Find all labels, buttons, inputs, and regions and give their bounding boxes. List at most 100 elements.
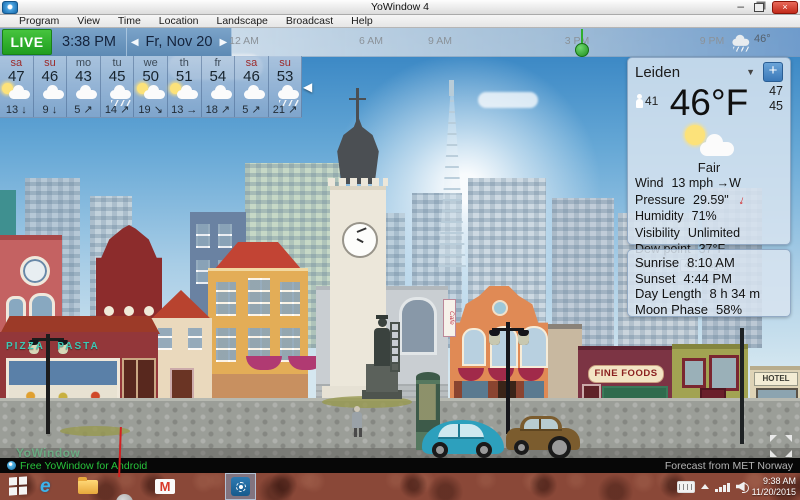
forecast-day[interactable]: tu 45 14 ↗ — [101, 56, 135, 118]
yowindow-app-icon[interactable] — [231, 477, 250, 496]
day-wind: 13 ↓ — [0, 104, 33, 116]
yowindow-window: YoWindow 4 – × Program View Time Locatio… — [0, 0, 800, 500]
menu-time[interactable]: Time — [109, 15, 150, 27]
radio-tower-antenna — [449, 80, 454, 96]
toolbar-left: LIVE 3:38 PM ◀ Fr, Nov 20 ▶ — [0, 28, 232, 56]
toolbar: LIVE 3:38 PM ◀ Fr, Nov 20 ▶ 12 AM 6 AM 9… — [0, 28, 800, 56]
weather-vane — [349, 98, 366, 100]
lamppost — [506, 322, 510, 434]
gable-window — [492, 300, 508, 316]
high-low-temps: 4745 — [769, 84, 783, 114]
tray-expand-icon[interactable] — [701, 484, 709, 489]
prev-day-icon[interactable]: ◀ — [131, 37, 139, 48]
location-dropdown-icon[interactable]: ▼ — [746, 67, 755, 77]
day-wind: 5 ↗ — [235, 104, 268, 116]
current-temperature: 46°F — [661, 82, 757, 124]
window — [248, 278, 270, 316]
condition-text: Fair — [635, 160, 783, 175]
day-weather-icon — [67, 85, 99, 102]
menu-location[interactable]: Location — [150, 15, 208, 27]
current-weather-icon — [682, 126, 736, 158]
round-window — [20, 256, 50, 286]
window — [158, 328, 172, 350]
forecast-day[interactable]: sa 47 13 ↓ — [0, 56, 34, 118]
day-temp: 46 — [235, 69, 268, 85]
forecast-day[interactable]: th 51 13 → — [168, 56, 202, 118]
restore-icon[interactable] — [754, 3, 764, 12]
pressure-trend-icon: ↓ — [736, 191, 747, 209]
statue-head — [378, 318, 387, 327]
installer-app-icon[interactable] — [116, 494, 133, 500]
menu-bar: Program View Time Location Landscape Bro… — [0, 15, 800, 28]
location-name[interactable]: Leiden — [635, 64, 746, 81]
hotel-sign: HOTEL — [754, 372, 798, 386]
date-navigator: ◀ Fr, Nov 20 ▶ — [127, 28, 232, 56]
pedestrian-body — [352, 412, 362, 428]
window — [216, 328, 236, 362]
gmail-icon[interactable]: M — [155, 479, 175, 494]
fullscreen-icon[interactable] — [770, 435, 792, 457]
lantern — [489, 330, 500, 345]
internet-explorer-icon[interactable]: e — [40, 477, 51, 496]
title-bar[interactable]: YoWindow 4 – × — [0, 0, 800, 15]
window — [280, 282, 300, 316]
day-wind: 18 ↗ — [202, 104, 235, 116]
timeline-slider[interactable]: 12 AM 6 AM 9 AM 3 PM 9 PM 46° — [232, 28, 800, 57]
humidity-row: Humidity71% — [635, 208, 783, 225]
menu-view[interactable]: View — [68, 15, 109, 27]
forecast-day[interactable]: sa 46 5 ↗ — [235, 56, 269, 118]
cloud — [478, 92, 538, 108]
day-wind: 13 → — [168, 104, 201, 116]
menu-help[interactable]: Help — [342, 15, 382, 27]
menu-broadcast[interactable]: Broadcast — [277, 15, 342, 27]
day-weather-icon — [135, 85, 167, 102]
network-signal-icon[interactable] — [715, 482, 730, 492]
forecast-strip: sa 47 13 ↓ su 46 9 ↓ mo 43 5 ↗ tu 45 — [0, 56, 303, 118]
timeline-temp: 46° — [754, 33, 771, 45]
close-icon[interactable]: × — [772, 1, 798, 14]
forecast-day[interactable]: we 50 19 ↘ — [134, 56, 168, 118]
menu-program[interactable]: Program — [10, 15, 68, 27]
facade-ornament — [104, 306, 114, 316]
cafe-sign: Cafe — [443, 299, 456, 337]
window — [218, 224, 232, 248]
date-label: Fr, Nov 20 — [146, 34, 213, 50]
android-promo-link[interactable]: Free YoWindow for Android — [7, 460, 147, 472]
forecast-day[interactable]: su 46 9 ↓ — [34, 56, 68, 118]
day-weather-icon — [0, 85, 32, 102]
pizza-sign: PIZZA PASTA — [6, 341, 100, 352]
day-temp: 53 — [269, 69, 302, 85]
day-temp: 45 — [101, 69, 134, 85]
forecast-day[interactable]: mo 43 5 ↗ — [67, 56, 101, 118]
sunrise-row: Sunrise8:10 AM — [635, 255, 783, 271]
minimize-icon[interactable]: – — [737, 0, 744, 13]
forecast-day[interactable]: su 53 21 ↗ — [269, 56, 303, 118]
day-weather-icon — [168, 85, 200, 102]
add-location-button[interactable]: + — [763, 62, 783, 82]
system-tray: 9:38 AM11/20/2015 — [677, 473, 796, 500]
menu-landscape[interactable]: Landscape — [208, 15, 277, 27]
sunset-row: Sunset4:44 PM — [635, 271, 783, 287]
yowindow-watermark: YoWindow — [16, 446, 80, 458]
keyboard-tray-icon[interactable] — [677, 481, 695, 493]
forecast-day[interactable]: fr 54 18 ↗ — [202, 56, 236, 118]
day-temp: 46 — [34, 69, 67, 85]
timeline-tick: 12 AM — [224, 35, 264, 47]
time-marker-handle[interactable] — [575, 43, 589, 57]
car-wheel — [432, 442, 448, 458]
file-explorer-icon[interactable] — [78, 480, 98, 494]
volume-icon[interactable] — [736, 482, 746, 492]
current-time[interactable]: 3:38 PM — [52, 28, 127, 56]
forecast-collapse-icon[interactable]: ◀ — [303, 80, 312, 94]
day-weather-icon — [269, 85, 301, 102]
pedestrian-legs — [354, 428, 357, 437]
weather-panel: Leiden ▼ + 41 46°F 4745 Fair Wind13 mph … — [627, 57, 791, 245]
tower-crenellation — [328, 178, 388, 186]
person-icon — [635, 94, 643, 108]
start-button[interactable] — [9, 476, 27, 495]
taskbar-clock[interactable]: 9:38 AM11/20/2015 — [752, 476, 796, 497]
day-weather-icon — [34, 85, 66, 102]
moonphase-row: Moon Phase58% — [635, 302, 783, 318]
live-button[interactable]: LIVE — [2, 29, 52, 55]
yowindow-taskbar-cell[interactable] — [225, 473, 256, 500]
